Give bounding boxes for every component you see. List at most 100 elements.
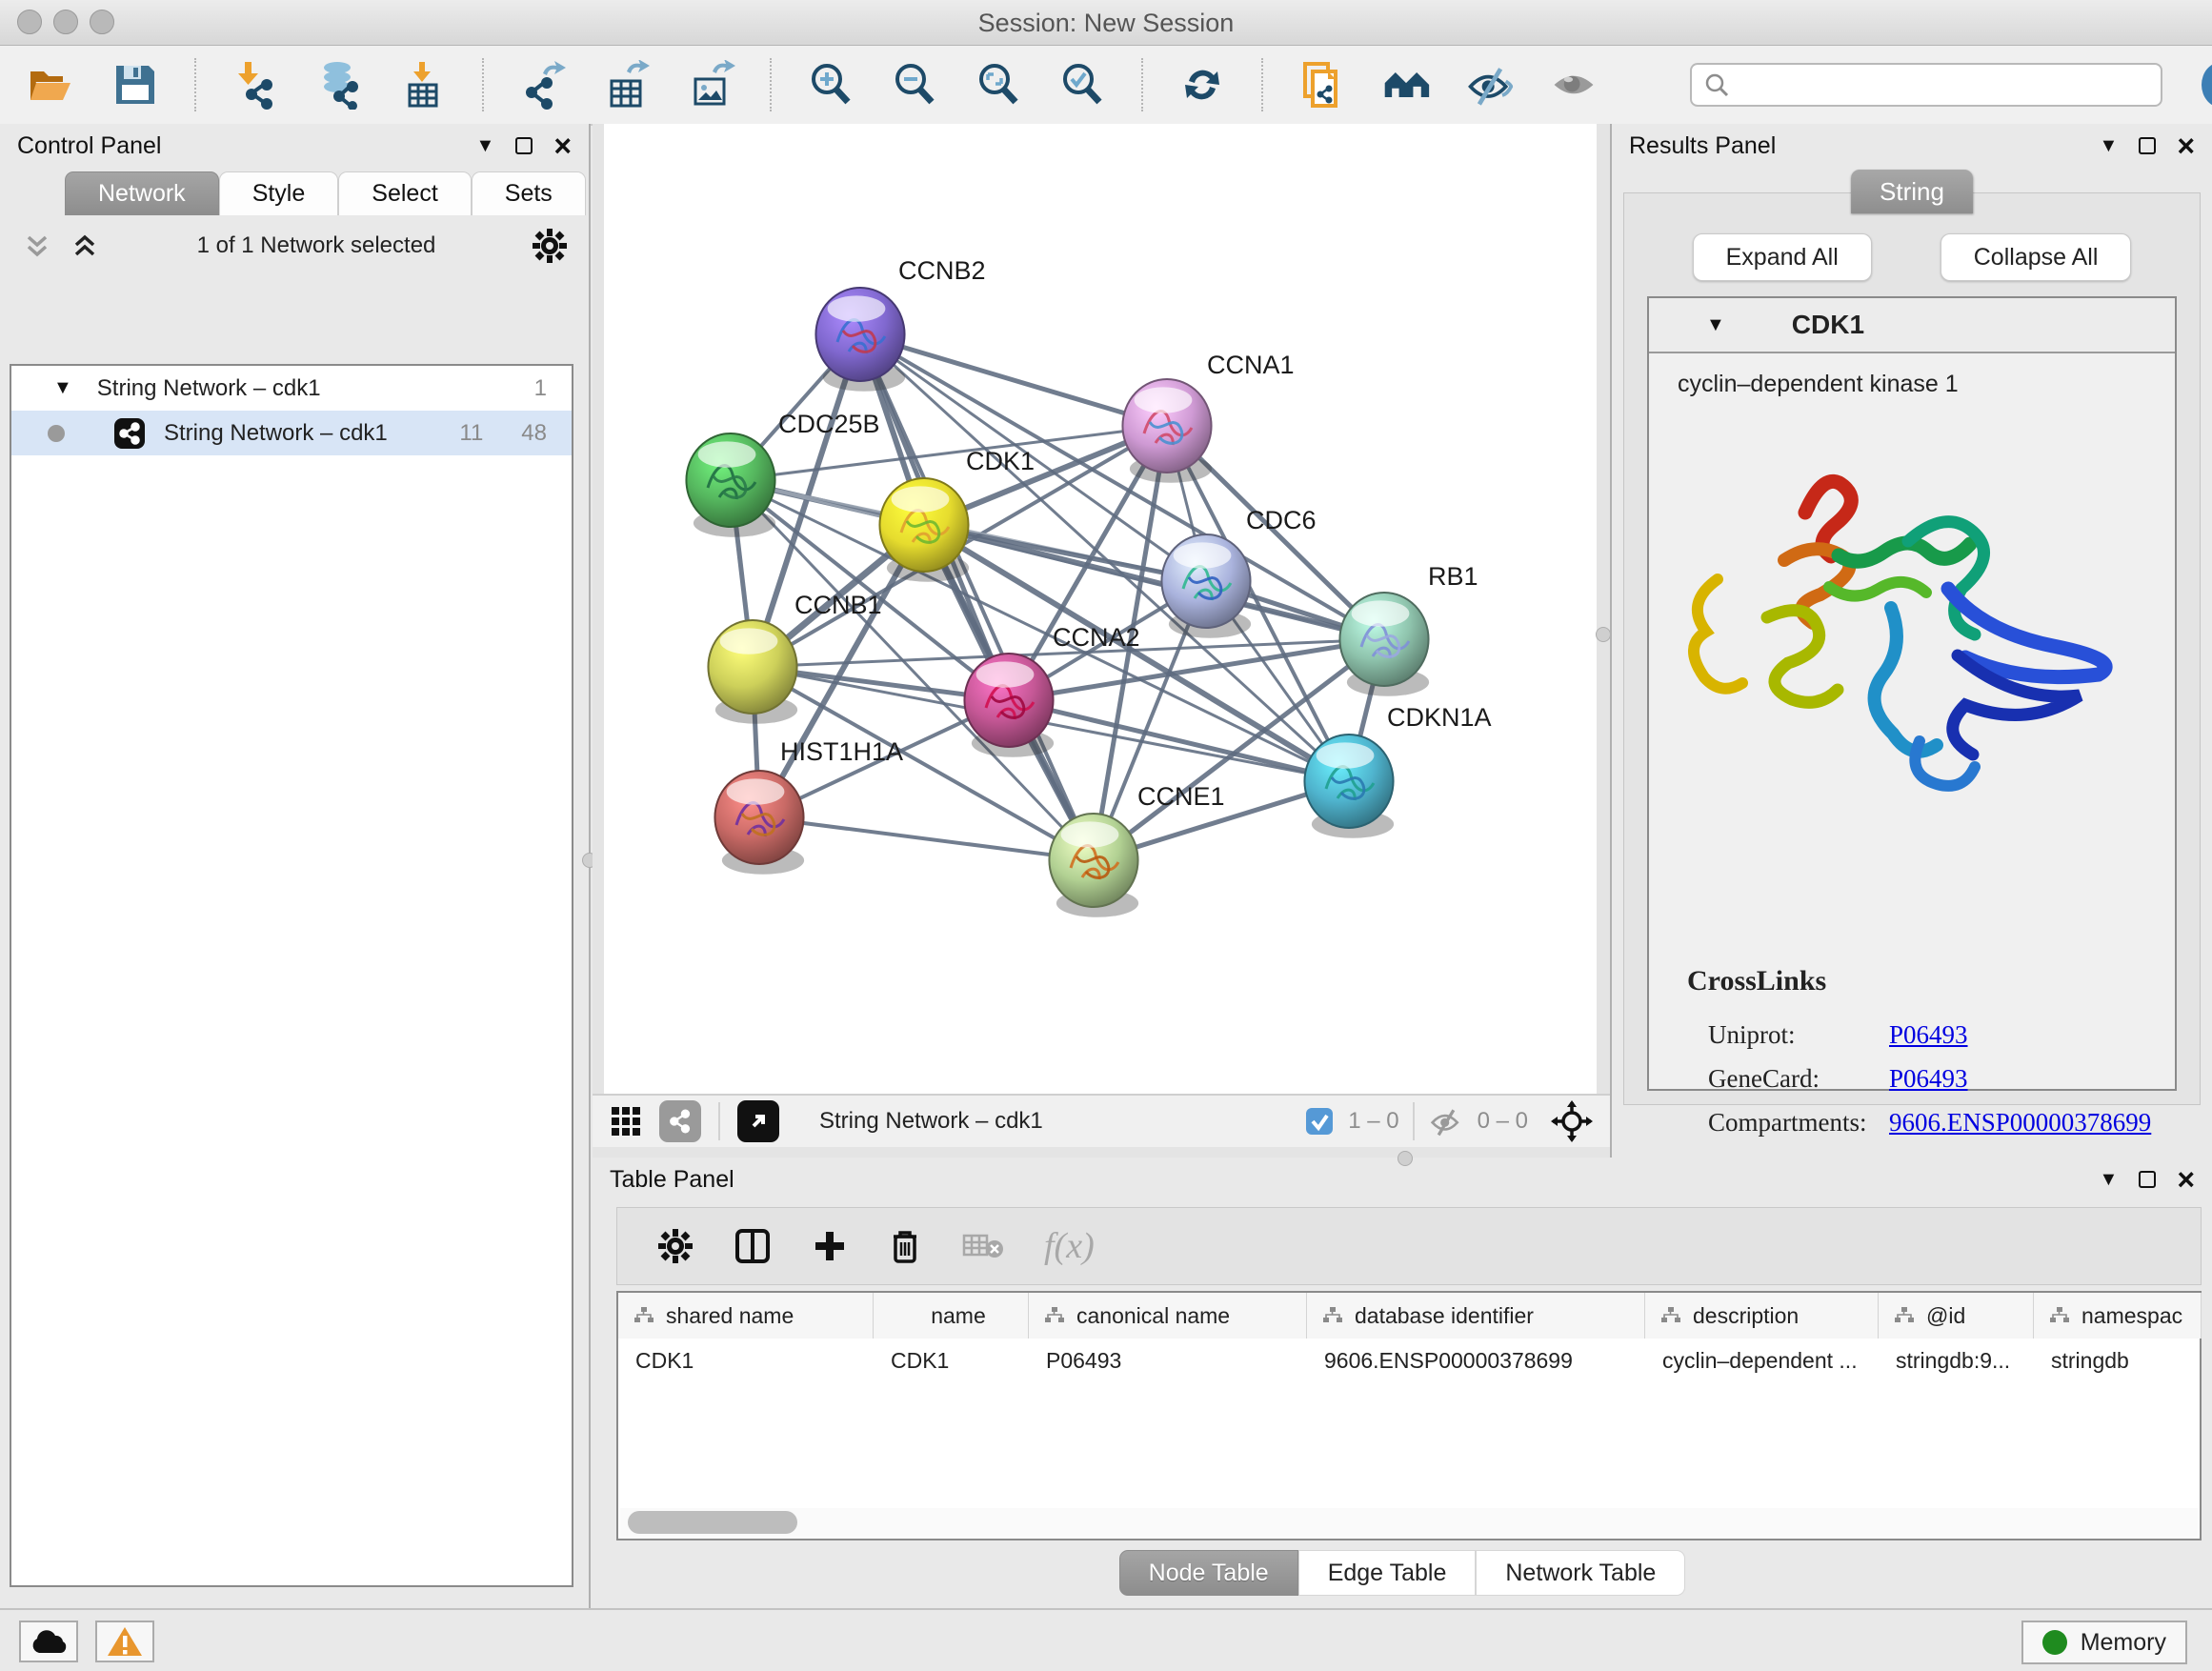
export-image-button[interactable]: [686, 60, 735, 110]
zoom-in-button[interactable]: [806, 60, 855, 110]
float-panel-icon[interactable]: [515, 137, 533, 154]
table-row[interactable]: CDK1CDK1P064939606.ENSP00000378699cyclin…: [618, 1339, 2200, 1382]
close-panel-icon[interactable]: ×: [2177, 136, 2195, 155]
column-header-name[interactable]: name: [874, 1293, 1029, 1339]
column-header-shared-name[interactable]: shared name: [618, 1293, 874, 1339]
tree-expand-icon[interactable]: ▼: [53, 377, 72, 399]
table-cell[interactable]: CDK1: [618, 1339, 874, 1382]
tab-edge-table[interactable]: Edge Table: [1298, 1550, 1477, 1596]
table-cell[interactable]: stringdb: [2034, 1339, 2202, 1382]
string-results-tab[interactable]: String: [1851, 170, 1973, 213]
node-CCNA1[interactable]: CCNA1: [1122, 351, 1294, 483]
edge-CCNB2-CCNA1[interactable]: [860, 334, 1167, 426]
export-network-button[interactable]: [518, 60, 568, 110]
column-header-namespac[interactable]: namespac: [2034, 1293, 2202, 1339]
gene-card-header[interactable]: ▼ CDK1: [1649, 298, 2175, 353]
node-RB1[interactable]: RB1: [1339, 562, 1478, 696]
export-table-icon: [602, 60, 652, 110]
tab-sets[interactable]: Sets: [472, 171, 586, 215]
zoom-fit-button[interactable]: [974, 60, 1023, 110]
table-cell[interactable]: cyclin–dependent ...: [1645, 1339, 1879, 1382]
string-app-button[interactable]: [1381, 60, 1431, 110]
collapse-panel-icon[interactable]: ▼: [2100, 135, 2119, 157]
table-settings-gear-icon[interactable]: [657, 1228, 694, 1264]
table-cell[interactable]: CDK1: [874, 1339, 1029, 1382]
horizontal-splitter-handle[interactable]: [1398, 1151, 1413, 1166]
node-CDKN1A[interactable]: CDKN1A: [1304, 703, 1491, 838]
node-CCNB2[interactable]: CCNB2: [815, 256, 985, 392]
node-CCNB1[interactable]: CCNB1: [708, 591, 881, 724]
edge-CCNA2-CDKN1A[interactable]: [1009, 700, 1349, 781]
tab-network[interactable]: Network: [65, 171, 219, 215]
add-column-icon[interactable]: [812, 1228, 848, 1264]
delete-column-trash-icon[interactable]: [888, 1227, 922, 1265]
export-table-button[interactable]: [602, 60, 652, 110]
warning-button[interactable]: [95, 1621, 154, 1662]
tab-style[interactable]: Style: [219, 171, 339, 215]
close-panel-icon[interactable]: ×: [2177, 1170, 2195, 1189]
help-button[interactable]: ?: [2197, 60, 2212, 110]
selected-checkbox-icon[interactable]: [1304, 1106, 1335, 1137]
search-input[interactable]: [1690, 63, 2162, 107]
select-columns-icon[interactable]: [734, 1227, 772, 1265]
gear-icon[interactable]: [532, 228, 568, 264]
expand-all-icon[interactable]: [69, 230, 101, 262]
memory-button[interactable]: Memory: [2021, 1621, 2187, 1664]
table-cell[interactable]: stringdb:9...: [1879, 1339, 2034, 1382]
float-panel-icon[interactable]: [2139, 1171, 2156, 1188]
share-view-button[interactable]: [659, 1100, 701, 1142]
crosslink-link[interactable]: P06493: [1889, 1020, 1968, 1050]
column-header-database-identifier[interactable]: database identifier: [1307, 1293, 1645, 1339]
scrollbar-thumb[interactable]: [628, 1511, 797, 1534]
network-collection-row[interactable]: ▼ String Network – cdk1 1: [11, 366, 572, 411]
float-panel-icon[interactable]: [2139, 137, 2156, 154]
table-toolbar: f(x): [616, 1207, 2202, 1285]
import-network-file-button[interactable]: [231, 60, 280, 110]
node-CCNE1[interactable]: CCNE1: [1049, 782, 1224, 917]
edge-HIST1H1A-CCNE1[interactable]: [759, 817, 1094, 860]
collapse-panel-icon[interactable]: ▼: [476, 135, 495, 157]
show-details-button[interactable]: [1549, 60, 1599, 110]
hidden-eye-icon[interactable]: [1428, 1105, 1464, 1137]
grid-view-icon[interactable]: [610, 1105, 642, 1137]
crosslink-link[interactable]: P06493: [1889, 1064, 1968, 1094]
refresh-button[interactable]: [1177, 60, 1227, 110]
collapse-all-icon[interactable]: [21, 230, 53, 262]
collapse-all-button[interactable]: Collapse All: [1941, 233, 2132, 281]
network-row[interactable]: String Network – cdk1 11 48: [11, 411, 572, 455]
collapse-gene-icon[interactable]: ▼: [1706, 314, 1725, 336]
node-HIST1H1A[interactable]: HIST1H1A: [714, 737, 903, 875]
import-table-button[interactable]: [398, 60, 448, 110]
gene-description: cyclin–dependent kinase 1: [1649, 353, 2175, 398]
edge-CDK1-RB1[interactable]: [924, 525, 1384, 639]
clone-network-button[interactable]: [1297, 60, 1347, 110]
network-canvas[interactable]: CCNB2CCNA1CDC25BCDK1CDC6RB1CCNB1CCNA2CDK…: [604, 124, 1597, 1094]
control-panel-title: Control Panel: [17, 132, 161, 160]
right-splitter-handle[interactable]: [1596, 627, 1611, 642]
column-header-description[interactable]: description: [1645, 1293, 1879, 1339]
crosslink-link[interactable]: 9606.ENSP00000378699: [1889, 1108, 2151, 1137]
cloud-button[interactable]: [19, 1621, 78, 1662]
save-session-button[interactable]: [111, 60, 160, 110]
close-panel-icon[interactable]: ×: [553, 136, 572, 155]
open-session-button[interactable]: [27, 60, 76, 110]
zoom-selected-button[interactable]: [1057, 60, 1107, 110]
tab-network-table[interactable]: Network Table: [1476, 1550, 1685, 1596]
zoom-out-button[interactable]: [890, 60, 939, 110]
expand-all-button[interactable]: Expand All: [1693, 233, 1872, 281]
table-cell[interactable]: P06493: [1029, 1339, 1307, 1382]
edge-CCNB2-CCNE1[interactable]: [860, 334, 1094, 860]
birdseye-crosshair-icon[interactable]: [1551, 1100, 1593, 1142]
collapse-panel-icon[interactable]: ▼: [2100, 1169, 2119, 1191]
column-header--id[interactable]: @id: [1879, 1293, 2034, 1339]
hidden-node-edge-count: 0 – 0: [1478, 1108, 1528, 1135]
search-container: [1690, 63, 2162, 107]
horizontal-scrollbar[interactable]: [620, 1508, 2198, 1537]
import-network-database-button[interactable]: [314, 60, 364, 110]
hide-graphics-button[interactable]: [1465, 60, 1515, 110]
tab-select[interactable]: Select: [338, 171, 471, 215]
detach-view-button[interactable]: [737, 1100, 779, 1142]
column-header-canonical-name[interactable]: canonical name: [1029, 1293, 1307, 1339]
table-cell[interactable]: 9606.ENSP00000378699: [1307, 1339, 1645, 1382]
tab-node-table[interactable]: Node Table: [1119, 1550, 1298, 1596]
